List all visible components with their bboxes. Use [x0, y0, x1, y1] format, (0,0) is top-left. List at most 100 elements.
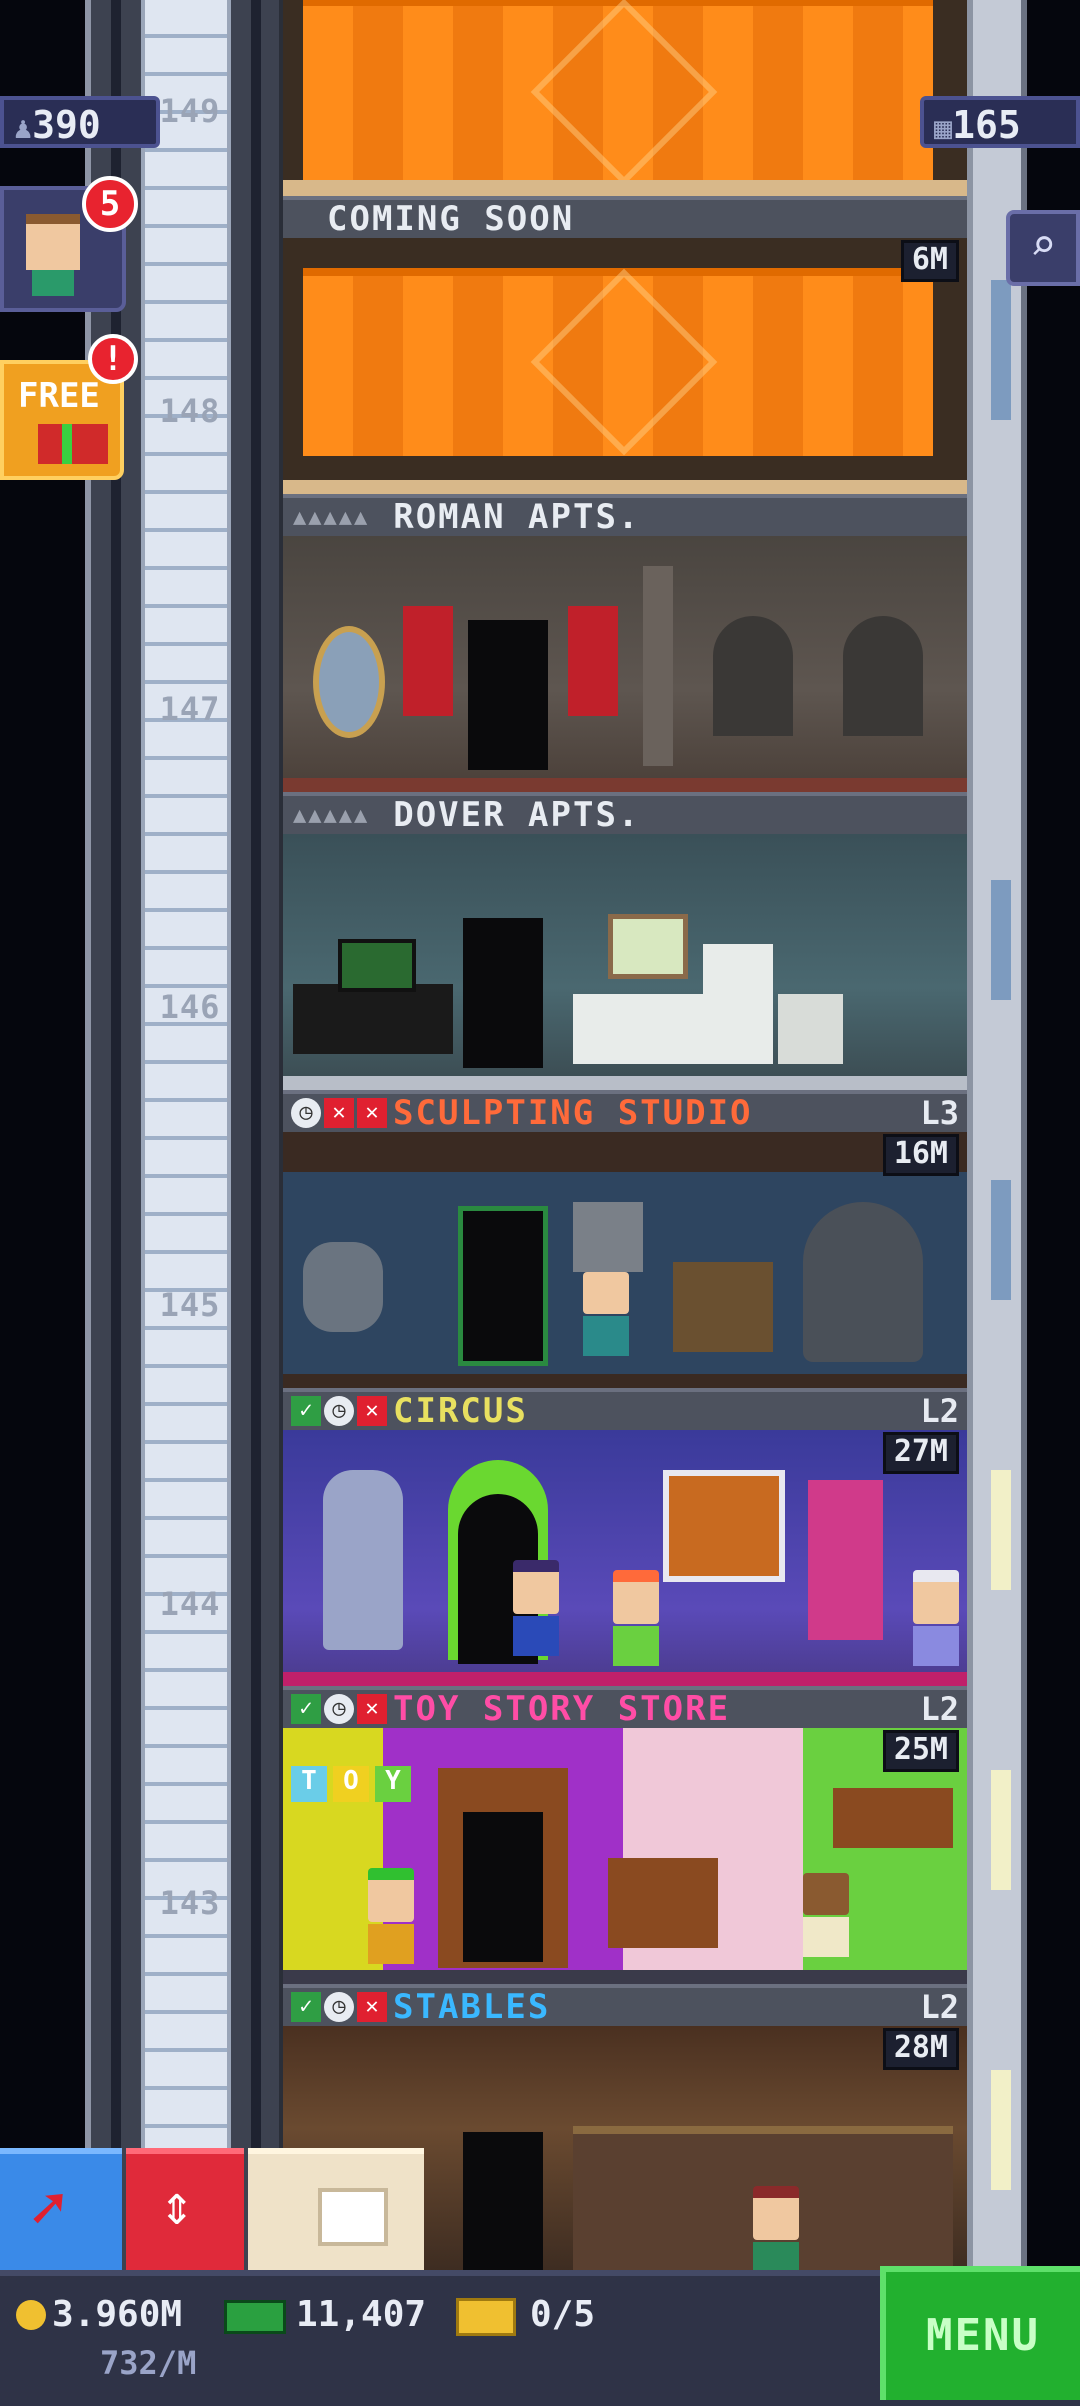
wall-window — [991, 880, 1011, 1000]
floor-header: ▲▲▲▲▲ ROMAN APTS. — [283, 494, 967, 537]
magnifier-icon[interactable]: ⌕ — [1006, 210, 1080, 286]
shelf — [673, 1262, 773, 1352]
bitizen[interactable] — [613, 1570, 659, 1666]
wall-painting — [608, 914, 688, 979]
floor-header: ✓ ◷ ✕ CIRCUS L2 — [283, 1388, 967, 1431]
elephant-statue — [323, 1470, 403, 1650]
notification-badge: 5 — [82, 176, 138, 232]
floor-149[interactable] — [283, 0, 967, 196]
clock-icon: ◷ — [324, 1396, 354, 1426]
banner — [403, 606, 453, 716]
shaft-rail — [251, 0, 261, 2270]
floor-title: TOY STORY STORE — [393, 1689, 731, 1729]
paint-button[interactable]: ➚ — [0, 2148, 122, 2270]
bitizen[interactable] — [583, 1272, 629, 1356]
coin-icon — [16, 2300, 46, 2330]
large-sculpture — [803, 1202, 923, 1362]
construction-sign-icon — [530, 0, 718, 186]
floor-price: 6M — [900, 240, 959, 282]
stove — [778, 994, 843, 1064]
floor-header: ◷ ✕ ✕ SCULPTING STUDIO L3 — [283, 1090, 967, 1133]
floor-number: 147 — [159, 690, 221, 728]
toy-shelf — [608, 1858, 718, 1948]
room-door — [468, 620, 548, 770]
floor-title: COMING SOON — [327, 199, 575, 239]
clock-icon: ◷ — [324, 1694, 354, 1724]
cross-icon: ✕ — [357, 1694, 387, 1724]
cross-icon: ✕ — [357, 1098, 387, 1128]
avatar — [26, 214, 80, 270]
clock-icon: ◷ — [291, 1098, 321, 1128]
floor-146[interactable]: ▲▲▲▲▲ DOVER APTS. — [283, 792, 967, 1090]
floor-144[interactable]: ✓ ◷ ✕ CIRCUS L2 27M — [283, 1388, 967, 1686]
wall-window — [991, 1180, 1011, 1300]
population-counter[interactable]: ♟390 — [0, 96, 160, 148]
construction-tarp — [303, 0, 933, 186]
check-icon: ✓ — [291, 1694, 321, 1724]
bitizen[interactable] — [913, 1570, 959, 1666]
tv-stand — [293, 984, 453, 1054]
elevator-button[interactable]: ⇕ — [126, 2148, 244, 2270]
paint-icon: ➚ — [30, 2174, 67, 2244]
inventory-button[interactable] — [248, 2148, 424, 2270]
box-icon — [318, 2188, 388, 2246]
tiger-poster — [663, 1470, 785, 1582]
floor-level: L2 — [920, 1690, 959, 1728]
television — [338, 939, 416, 992]
coins-value: 3.960M — [52, 2294, 183, 2335]
cross-icon: ✕ — [357, 1396, 387, 1426]
construction-tarp — [303, 268, 933, 456]
stars-icon: ▲▲▲▲▲ — [293, 802, 370, 828]
floor-counter[interactable]: ▦165 — [920, 96, 1080, 148]
toy-sign-letter: T — [291, 1766, 327, 1802]
room-door — [463, 1812, 543, 1962]
bitizen[interactable] — [753, 2186, 799, 2282]
clock-icon: ◷ — [324, 1992, 354, 2022]
floor-slab — [283, 180, 967, 196]
floor-147[interactable]: ▲▲▲▲▲ ROMAN APTS. — [283, 494, 967, 792]
bux-value: 11,407 — [296, 2294, 427, 2335]
elevator-track — [141, 0, 231, 2270]
person-icon: ♟ — [14, 111, 33, 146]
floor-number: 143 — [159, 1884, 221, 1922]
floor-145[interactable]: ◷ ✕ ✕ SCULPTING STUDIO L3 16M — [283, 1090, 967, 1388]
sculpture-head — [573, 1202, 643, 1272]
kitchen-cabinet — [573, 994, 703, 1064]
floor-price: 25M — [882, 1730, 959, 1772]
floor-title: CIRCUS — [393, 1391, 528, 1431]
wall-window — [991, 1470, 1011, 1590]
avatar-body — [32, 270, 74, 296]
bitizen[interactable] — [803, 1873, 849, 1957]
status-badges: ✓ ◷ ✕ — [291, 1396, 387, 1426]
floor-slab — [283, 1374, 967, 1388]
floor-header: ✓ ◷ ✕ TOY STORY STORE L2 — [283, 1686, 967, 1729]
grid-icon: ▦ — [934, 111, 953, 146]
elevator-icon: ⇕ — [160, 2173, 194, 2238]
wall-window — [991, 2070, 1011, 2190]
bux-icon — [224, 2300, 286, 2334]
floor-148[interactable]: COMING SOON 6M — [283, 196, 967, 494]
floor-number: 145 — [159, 1286, 221, 1324]
bitizen[interactable] — [368, 1868, 414, 1964]
floor-slab — [283, 778, 967, 792]
sculpture — [303, 1242, 383, 1332]
floor-level: L2 — [920, 1988, 959, 2026]
room-door — [463, 2132, 543, 2282]
floor-price: 16M — [882, 1134, 959, 1176]
floor-slab — [283, 1076, 967, 1090]
arcade-machine — [808, 1480, 883, 1640]
floor-143[interactable]: ✓ ◷ ✕ TOY STORY STORE L2 T O Y 25M — [283, 1686, 967, 1984]
check-icon: ✓ — [291, 1396, 321, 1426]
wall-window — [991, 280, 1011, 420]
floor-number: 144 — [159, 1585, 221, 1623]
floor-slab — [283, 480, 967, 494]
menu-button[interactable]: MENU — [880, 2266, 1080, 2400]
cross-icon: ✕ — [324, 1098, 354, 1128]
toy-sign-letter: O — [333, 1766, 369, 1802]
floor-title: STABLES — [393, 1987, 551, 2027]
mirror — [313, 626, 385, 738]
population-value: 390 — [32, 103, 101, 147]
floor-title: SCULPTING STUDIO — [393, 1093, 753, 1133]
floor-header: ▲▲▲▲▲ DOVER APTS. — [283, 792, 967, 835]
bitizen[interactable] — [513, 1560, 559, 1656]
